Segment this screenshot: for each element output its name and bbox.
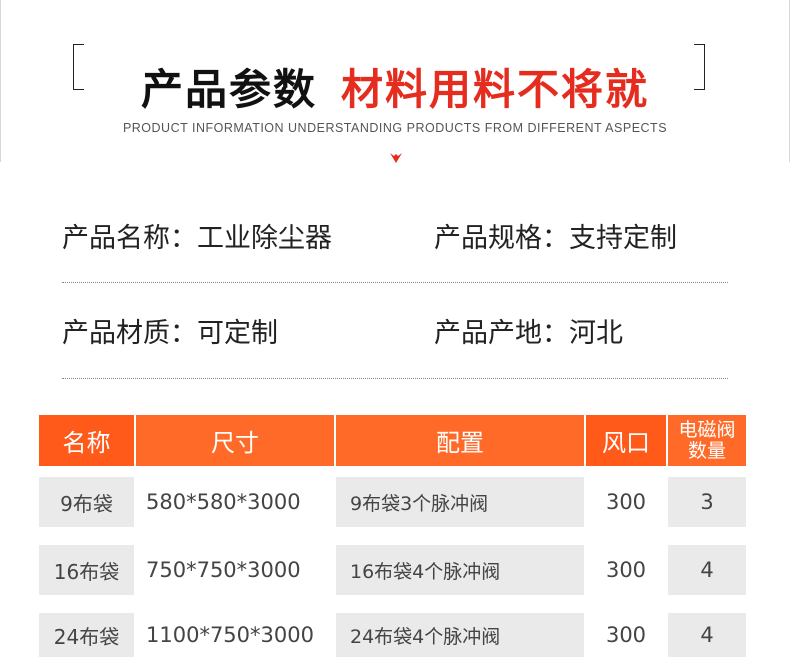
- table-row-3-name: 24布袋: [39, 613, 134, 657]
- header-label-size: 尺寸: [211, 429, 259, 457]
- product-name: 产品名称：工业除尘器: [62, 223, 332, 254]
- heart-icon: [390, 153, 402, 163]
- product-material: 产品材质：可定制: [62, 318, 278, 349]
- table-row-1-config: 9布袋3个脉冲阀: [336, 477, 584, 527]
- header-label-valves-1: 电磁阀: [678, 418, 736, 441]
- table-row-1-vent: 300: [605, 490, 647, 514]
- table-row-2-size: 750*750*3000: [146, 558, 301, 582]
- table-row-3-valves: 4: [668, 613, 746, 657]
- table-header-vent: 风口: [586, 415, 666, 466]
- header-label-name: 名称: [62, 429, 111, 457]
- table-header-config: 配置: [336, 415, 584, 466]
- page-slogan: 材料用料不将就: [341, 65, 650, 114]
- table-row-2-config: 16布袋4个脉冲阀: [336, 545, 584, 595]
- table-row-1-size: 580*580*3000: [146, 490, 301, 514]
- header-label-config: 配置: [436, 429, 484, 457]
- page-subtitle: PRODUCT INFORMATION UNDERSTANDING PRODUC…: [122, 121, 668, 135]
- table-row-3-size: 1100*750*3000: [146, 623, 314, 647]
- header-label-valves-2: 数量: [687, 439, 726, 462]
- table-row-2-name: 16布袋: [39, 545, 134, 595]
- table-header-name: 名称: [39, 415, 134, 466]
- divider-1: [62, 282, 728, 283]
- table-row-1-name: 9布袋: [39, 477, 134, 527]
- table-row-2-vent: 300: [605, 558, 647, 582]
- table-row-3-vent: 300: [605, 623, 647, 647]
- header-label-vent: 风口: [602, 429, 650, 457]
- title-row: 产品参数 材料用料不将就: [0, 56, 790, 117]
- table-row-1-valves: 3: [668, 477, 746, 527]
- table-header-size: 尺寸: [136, 415, 334, 466]
- table-header-valves: 电磁阀 数量: [668, 415, 746, 466]
- table-row-2-valves: 4: [668, 545, 746, 595]
- table-row-3-config: 24布袋4个脉冲阀: [336, 613, 584, 657]
- page-title: 产品参数: [140, 65, 317, 114]
- info-row-1: 产品名称：工业除尘器 产品规格：支持定制: [62, 216, 742, 276]
- product-origin: 产品产地：河北: [434, 318, 623, 349]
- product-spec: 产品规格：支持定制: [434, 223, 677, 254]
- info-row-2: 产品材质：可定制 产品产地：河北: [62, 311, 742, 371]
- divider-2: [62, 378, 728, 379]
